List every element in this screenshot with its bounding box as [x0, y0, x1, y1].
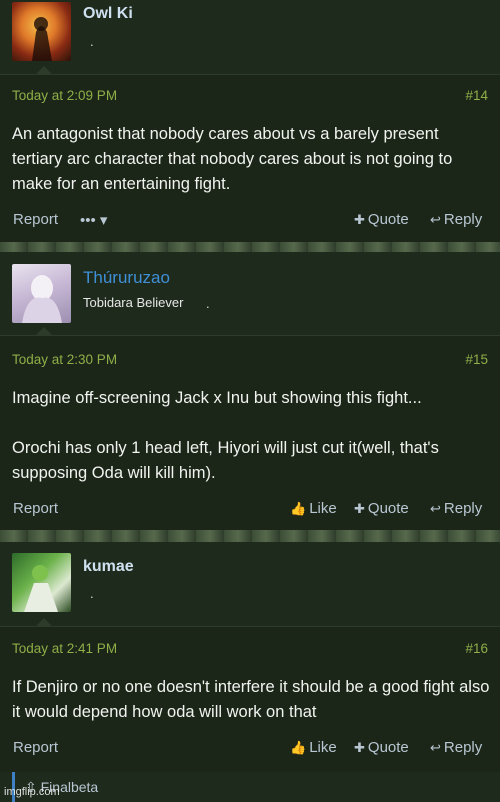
user-title: . — [90, 34, 94, 49]
user-title-dot: . — [206, 296, 210, 311]
post-meta: Today at 2:41 PM #16 — [0, 633, 500, 663]
notch — [36, 66, 52, 74]
post-actions: Report 👍 Like ✚ Quote ↩ Reply — [0, 734, 500, 762]
quote-button[interactable]: ✚ Quote — [354, 211, 409, 228]
post-15: Thúruruzao Tobidara Believer . Today at … — [0, 252, 500, 530]
thumbs-up-icon: 👍 — [290, 740, 307, 755]
quote-button[interactable]: ✚ Quote — [354, 739, 409, 756]
post-actions: Report 👍 Like ✚ Quote ↩ Reply — [0, 495, 500, 523]
post-date[interactable]: Today at 2:09 PM — [12, 88, 117, 103]
thumbs-up-icon: 👍 — [290, 501, 307, 516]
post-16: kumae . Today at 2:41 PM #16 If Denjiro … — [0, 542, 500, 772]
reply-arrow-icon: ↩ — [430, 740, 441, 755]
user-title: Tobidara Believer — [83, 295, 184, 310]
post-header: Owl Ki . — [0, 0, 500, 75]
post-message: If Denjiro or no one doesn't interfere i… — [12, 678, 490, 721]
post-separator — [0, 530, 500, 542]
quoted-reply-box[interactable]: ⇧ Finalbeta — [12, 772, 491, 802]
post-actions: Report ••• ▾ ✚ Quote ↩ Reply — [0, 206, 500, 234]
post-number[interactable]: #14 — [465, 88, 488, 103]
notch — [36, 327, 52, 335]
watermark: imgflip.com — [4, 786, 60, 798]
post-14: Owl Ki . Today at 2:09 PM #14 An antagon… — [0, 0, 500, 242]
post-number[interactable]: #16 — [465, 641, 488, 656]
reply-button[interactable]: ↩ Reply — [430, 500, 482, 517]
plus-icon: ✚ — [354, 212, 365, 227]
reply-button[interactable]: ↩ Reply — [430, 211, 482, 228]
post-message: An antagonist that nobody cares about vs… — [12, 125, 453, 193]
report-link[interactable]: Report — [13, 739, 58, 756]
post-message-line-2: Orochi has only 1 head left, Hiyori will… — [12, 439, 439, 482]
like-button[interactable]: 👍 Like — [290, 500, 337, 517]
like-button[interactable]: 👍 Like — [290, 739, 337, 756]
post-header: kumae . — [0, 542, 500, 627]
post-separator — [0, 242, 500, 252]
user-title: . — [90, 586, 94, 601]
reply-arrow-icon: ↩ — [430, 212, 441, 227]
more-menu-button[interactable]: ••• ▾ — [80, 211, 107, 229]
avatar[interactable] — [12, 2, 71, 61]
post-meta: Today at 2:09 PM #14 — [0, 80, 500, 110]
notch — [36, 618, 52, 626]
plus-icon: ✚ — [354, 740, 365, 755]
post-number[interactable]: #15 — [465, 352, 488, 367]
reply-button[interactable]: ↩ Reply — [430, 739, 482, 756]
post-message-line-1: Imagine off-screening Jack x Inu but sho… — [12, 389, 422, 407]
avatar[interactable] — [12, 553, 71, 612]
username[interactable]: Owl Ki — [83, 5, 133, 23]
avatar[interactable] — [12, 264, 71, 323]
report-link[interactable]: Report — [13, 211, 58, 228]
reply-arrow-icon: ↩ — [430, 501, 441, 516]
quote-button[interactable]: ✚ Quote — [354, 500, 409, 517]
post-date[interactable]: Today at 2:41 PM — [12, 641, 117, 656]
post-header: Thúruruzao Tobidara Believer . — [0, 252, 500, 336]
username[interactable]: Thúruruzao — [83, 268, 170, 288]
username[interactable]: kumae — [83, 558, 134, 576]
plus-icon: ✚ — [354, 501, 365, 516]
post-date[interactable]: Today at 2:30 PM — [12, 352, 117, 367]
post-meta: Today at 2:30 PM #15 — [0, 344, 500, 374]
report-link[interactable]: Report — [13, 500, 58, 517]
